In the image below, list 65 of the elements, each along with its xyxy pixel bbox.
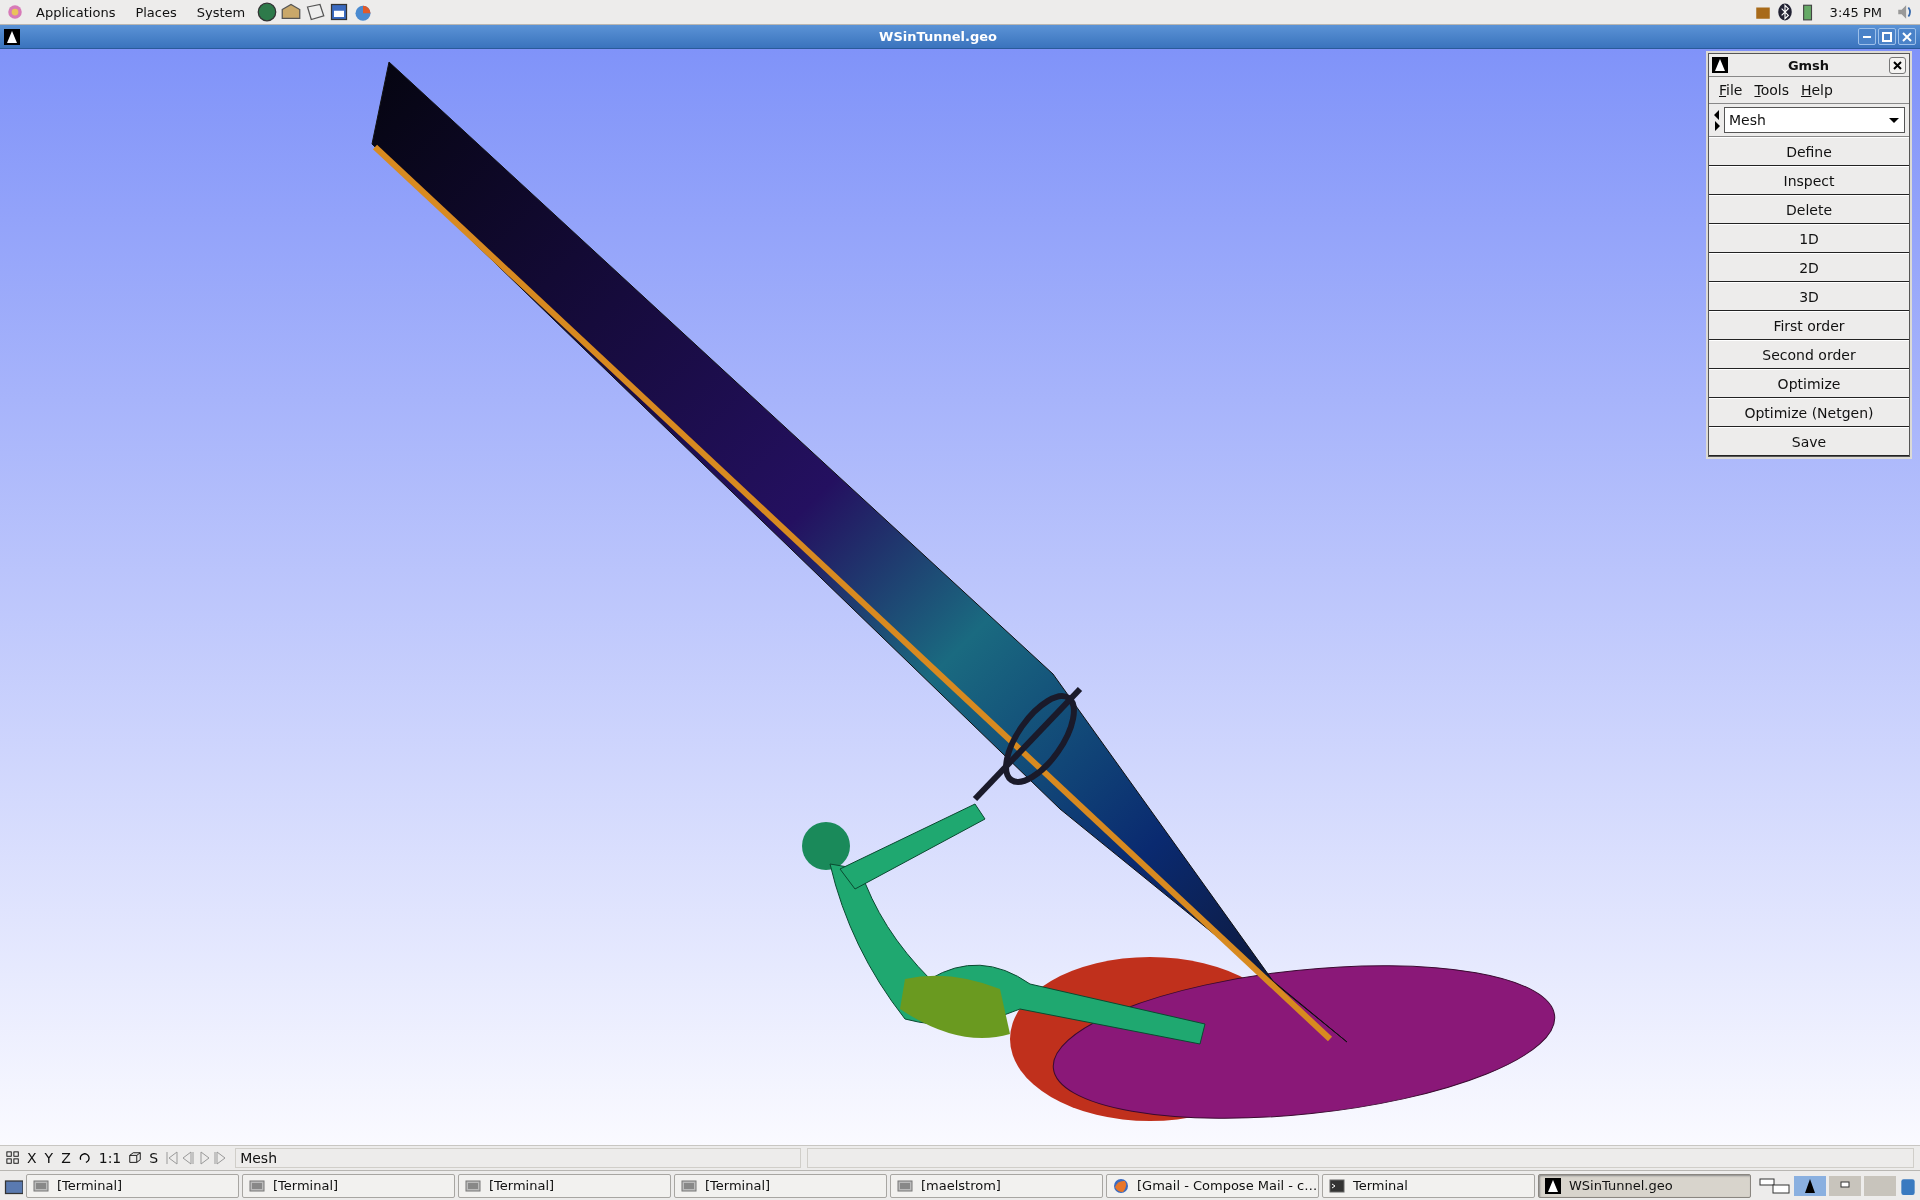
taskbar-item[interactable]: [Terminal] [458,1173,671,1198]
panel-menu[interactable]: System [188,4,254,20]
panel-button[interactable]: Optimize [1709,369,1909,398]
minimize-button[interactable] [1858,28,1876,45]
taskbar-item[interactable]: [maelstrom] [890,1173,1103,1198]
globe-icon [257,2,278,22]
panel-button[interactable]: Optimize (Netgen) [1709,398,1909,427]
clock[interactable]: 3:45 PM [1819,4,1892,20]
workspace-icon [1864,1175,1896,1196]
axis-button[interactable]: Z [60,1150,72,1166]
close-icon [1893,60,1902,70]
dropdown-icon [1889,117,1899,123]
gmsh-logo-icon [1712,57,1728,73]
bluetooth-icon [1775,3,1794,21]
left-right-arrows-icon [1713,108,1721,132]
panel-title: Gmsh [1786,57,1831,73]
panel-button[interactable]: Define [1709,137,1909,166]
workspace-icon [1829,1175,1861,1196]
window-icon [681,1177,697,1194]
window-icon [897,1177,913,1194]
panel-button[interactable]: Save [1709,427,1909,456]
window-title: WSinTunnel.geo [878,29,998,44]
axis-button[interactable]: Y [43,1150,55,1166]
panel-button[interactable]: First order [1709,311,1909,340]
terminal-icon [1329,1177,1345,1194]
menu-item[interactable]: Tools [1749,82,1794,98]
taskbar-item[interactable]: [Terminal] [674,1173,887,1198]
panel-menu[interactable]: Places [127,4,185,20]
close-button[interactable] [1889,56,1906,74]
taskbar-item[interactable]: [Terminal] [26,1173,239,1198]
rotate-icon [77,1151,92,1165]
menu-item[interactable]: File [1714,82,1748,98]
taskbar-item[interactable]: Terminal [1322,1173,1535,1198]
window-icon [33,1177,49,1194]
workspace-icon [1794,1175,1826,1196]
window-icon [249,1177,265,1194]
taskbar-item[interactable]: [Gmail - Compose Mail - c… [1106,1173,1319,1198]
maximize-button[interactable] [1878,28,1896,45]
scale-button[interactable]: 1:1 [97,1150,123,1166]
taskbar-item[interactable]: WSinTunnel.geo [1538,1173,1751,1198]
panel-button[interactable]: Inspect [1709,166,1909,195]
panel-button[interactable]: 2D [1709,253,1909,282]
panel-button[interactable]: 3D [1709,282,1909,311]
grid-icon [6,1151,20,1165]
module-select[interactable]: Mesh [1724,107,1905,133]
taskbar-item[interactable]: [Terminal] [242,1173,455,1198]
minimize-icon [1863,35,1871,38]
window-icon [465,1177,481,1194]
status-message: Mesh [235,1148,802,1168]
speaker-icon [1896,3,1914,21]
presentation-icon [329,2,350,22]
panel-button[interactable]: 1D [1709,224,1909,253]
maximize-icon [1882,31,1892,42]
workspace-switcher-icon [1759,1175,1791,1196]
gmsh-icon [1545,1177,1561,1194]
panel-button[interactable]: Delete [1709,195,1909,224]
cube-icon [128,1151,143,1165]
gmsh-logo-icon [4,28,20,45]
menu-item[interactable]: Help [1795,82,1838,98]
panel-menu[interactable]: Applications [28,4,124,20]
axis-button[interactable]: X [26,1150,38,1166]
panel-button[interactable]: Second order [1709,340,1909,369]
close-icon [1902,31,1912,42]
status-button[interactable]: S [148,1150,160,1166]
browser-icon [1113,1177,1129,1194]
